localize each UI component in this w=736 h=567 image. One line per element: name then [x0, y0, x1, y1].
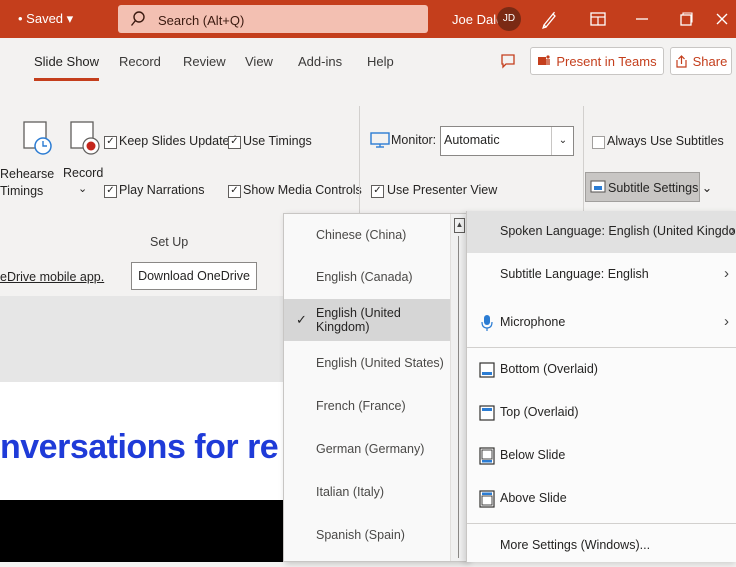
use-presenter-view-checkbox[interactable]: ✓ — [371, 185, 384, 198]
subtitle-language-item[interactable]: Subtitle Language: English › — [467, 254, 736, 296]
language-option[interactable]: Chinese (China) — [284, 214, 450, 256]
play-narrations-label: Play Narrations — [119, 183, 205, 197]
language-option[interactable]: German (Germany) — [284, 428, 450, 470]
search-box[interactable] — [118, 5, 428, 33]
keep-slides-updated-label: Keep Slides Updated — [119, 134, 237, 148]
present-in-teams-button[interactable]: Present in Teams — [530, 47, 664, 75]
restore-icon[interactable] — [676, 9, 696, 29]
share-button[interactable]: Share — [670, 47, 732, 75]
subtitle-settings-label: Subtitle Settings ⌄ — [608, 181, 713, 195]
top-overlaid-item[interactable]: Top (Overlaid) — [467, 392, 736, 434]
menu-divider — [467, 347, 736, 348]
save-status[interactable]: • Saved ▾ — [18, 11, 73, 27]
language-option[interactable]: French (France) — [284, 385, 450, 427]
always-use-subtitles-checkbox[interactable] — [592, 136, 605, 149]
use-timings-label: Use Timings — [243, 134, 312, 148]
record-label[interactable]: Record — [63, 166, 103, 180]
keep-slides-updated-checkbox[interactable]: ✓ — [104, 136, 117, 149]
monitor-select[interactable]: Automatic ⌄ — [440, 126, 574, 156]
use-timings-checkbox[interactable]: ✓ — [228, 136, 241, 149]
avatar[interactable]: JD — [497, 7, 521, 31]
spoken-language-item[interactable]: Spoken Language: English (United Kingdom… — [467, 211, 736, 253]
subtitle-settings-menu: Spoken Language: English (United Kingdom… — [466, 211, 736, 562]
above-slide-item[interactable]: Above Slide — [467, 478, 736, 520]
user-name: Joe Dale — [452, 12, 504, 27]
microphone-item[interactable]: Microphone › — [467, 302, 736, 344]
use-presenter-view-label: Use Presenter View — [387, 183, 498, 197]
close-icon[interactable] — [712, 9, 732, 29]
monitor-value: Automatic — [444, 133, 500, 147]
tab-slide-show[interactable]: Slide Show — [34, 54, 100, 81]
always-use-subtitles-label: Always Use Subtitles — [607, 134, 724, 148]
language-option[interactable]: Italian (Italy) — [284, 471, 450, 513]
rehearse-timings-label[interactable]: Rehearse Timings — [0, 166, 54, 200]
chevron-down-icon[interactable]: ⌄ — [551, 127, 574, 155]
scroll-up-icon[interactable]: ▲ — [454, 218, 465, 233]
chevron-right-icon: › — [730, 222, 735, 239]
search-input[interactable] — [156, 9, 420, 31]
bottom-overlaid-icon — [479, 362, 495, 378]
comments-icon[interactable] — [500, 53, 516, 69]
tab-add-ins[interactable]: Add-ins — [298, 54, 342, 69]
below-slide-icon — [479, 447, 495, 465]
show-media-controls-checkbox[interactable]: ✓ — [228, 185, 241, 198]
play-narrations-checkbox[interactable]: ✓ — [104, 185, 117, 198]
ribbon-tabs: Slide Show Record Review View Add-ins He… — [0, 38, 736, 86]
monitor-label: Monitor: — [391, 133, 437, 147]
scrollbar-track[interactable] — [458, 236, 459, 558]
download-onedrive-button[interactable]: Download OneDrive — [131, 262, 257, 290]
minimize-icon[interactable] — [632, 9, 652, 29]
chevron-right-icon: › — [724, 265, 729, 282]
tab-review[interactable]: Review — [183, 54, 226, 69]
monitor-icon — [370, 132, 390, 148]
pen-icon[interactable] — [540, 9, 560, 29]
group-label-set-up: Set Up — [150, 235, 189, 249]
search-icon — [130, 11, 145, 26]
present-in-teams-label: Present in Teams — [556, 53, 657, 69]
language-option[interactable]: English (United States) — [284, 342, 450, 384]
subtitles-icon — [590, 180, 606, 193]
bottom-overlaid-item[interactable]: Bottom (Overlaid) — [467, 349, 736, 391]
teams-icon — [538, 55, 551, 65]
subtitle-settings-button[interactable]: Subtitle Settings ⌄ — [585, 172, 712, 202]
microphone-icon — [481, 315, 493, 331]
chevron-right-icon: › — [724, 313, 729, 330]
show-media-controls-label: Show Media Controls — [243, 183, 362, 197]
above-slide-icon — [479, 490, 495, 508]
language-option-selected[interactable]: ✓ English (United Kingdom) — [284, 299, 450, 341]
rehearse-timings-icon[interactable] — [20, 118, 56, 158]
slide-image — [0, 500, 300, 562]
language-option[interactable]: English (Canada) — [284, 256, 450, 298]
ribbon-display-icon[interactable] — [588, 9, 608, 29]
record-chevron-icon[interactable]: ⌄ — [78, 182, 87, 195]
title-bar: • Saved ▾ Joe Dale JD — [0, 0, 736, 38]
more-settings-item[interactable]: More Settings (Windows)... — [467, 525, 736, 567]
share-label: Share — [692, 53, 728, 69]
slide-title: nversations for re — [0, 428, 279, 466]
record-icon[interactable] — [68, 118, 102, 158]
share-icon — [676, 54, 687, 68]
onedrive-mobile-link[interactable]: eDrive mobile app. — [0, 270, 104, 284]
tab-view[interactable]: View — [245, 54, 273, 69]
top-overlaid-icon — [479, 405, 495, 421]
tab-help[interactable]: Help — [367, 54, 394, 69]
language-option[interactable]: Spanish (Spain) — [284, 514, 450, 556]
spoken-language-list: Chinese (China) English (Canada) ✓ Engli… — [283, 213, 468, 562]
checkmark-icon: ✓ — [296, 312, 307, 327]
menu-divider — [467, 523, 736, 524]
below-slide-item[interactable]: Below Slide — [467, 435, 736, 477]
tab-record[interactable]: Record — [119, 54, 161, 69]
